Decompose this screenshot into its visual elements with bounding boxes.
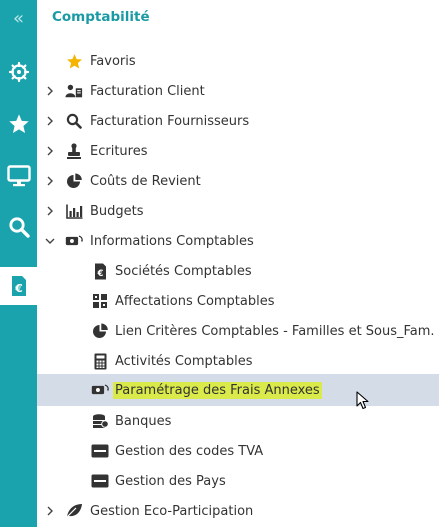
- menu-item-label: Banques: [115, 413, 172, 429]
- bar-chart-icon: [65, 202, 83, 220]
- euro-document-icon: €: [91, 262, 109, 280]
- euro-document-icon: €: [11, 276, 26, 296]
- money-exchange-icon: [65, 232, 83, 250]
- menu-item-label: Lien Critères Comptables - Familles et S…: [115, 323, 435, 339]
- menu-item-gestion-eco-participation[interactable]: Gestion Eco-Participation: [37, 496, 439, 526]
- menu-item-parametrage-frais-annexes[interactable]: Paramétrage des Frais Annexes: [37, 374, 439, 406]
- menu-item-ecritures[interactable]: Ecritures: [37, 136, 439, 166]
- svg-text:€: €: [14, 282, 23, 295]
- pie-chart-icon: [65, 172, 83, 190]
- svg-text:€: €: [96, 269, 103, 279]
- menu-item-affectations-comptables[interactable]: Affectations Comptables: [37, 286, 439, 316]
- search-rail-button[interactable]: [0, 209, 37, 245]
- pie-chart-icon: [91, 322, 109, 340]
- menu-item-label: Budgets: [90, 203, 144, 219]
- search-icon: [65, 112, 83, 130]
- settings-rail-button[interactable]: [0, 54, 37, 90]
- star-icon: [65, 52, 83, 70]
- menu-item-facturation-fournisseurs[interactable]: Facturation Fournisseurs: [37, 106, 439, 136]
- chevron-right-icon[interactable]: [45, 206, 55, 216]
- chevron-right-icon[interactable]: [45, 176, 55, 186]
- double-chevron-left-icon: «: [12, 7, 24, 29]
- chevron-right-icon[interactable]: [45, 506, 55, 516]
- settings-wheel-icon: [8, 62, 29, 82]
- grid-icon: [91, 292, 109, 310]
- menu-item-label: Gestion Eco-Participation: [90, 503, 254, 519]
- menu-item-societes-comptables[interactable]: € Sociétés Comptables: [37, 256, 439, 286]
- chevron-right-icon[interactable]: [45, 86, 55, 96]
- menu-item-label: Favoris: [90, 53, 136, 69]
- monitor-icon: [6, 165, 31, 187]
- section-title: Comptabilité: [52, 9, 150, 25]
- accounting-rail-button[interactable]: €: [0, 267, 37, 305]
- dashboard-rail-button[interactable]: [0, 158, 37, 194]
- menu-item-label: Paramétrage des Frais Annexes: [113, 381, 322, 399]
- menu-item-label: Ecritures: [90, 143, 148, 159]
- menu-item-couts-de-revient[interactable]: Coûts de Revient: [37, 166, 439, 196]
- left-icon-rail: « €: [0, 0, 37, 527]
- credit-card-icon: [91, 442, 109, 460]
- menu-item-favoris[interactable]: Favoris: [37, 46, 439, 76]
- menu-panel: Comptabilité Favoris Facturation Client …: [37, 0, 439, 527]
- menu-item-label: Activités Comptables: [115, 353, 253, 369]
- menu-item-label: Informations Comptables: [90, 233, 254, 249]
- chevron-down-icon[interactable]: [45, 236, 55, 246]
- calculator-icon: [91, 352, 109, 370]
- collapse-rail-button[interactable]: «: [0, 0, 37, 36]
- menu-item-label: Facturation Fournisseurs: [90, 113, 250, 129]
- leaf-icon: [65, 502, 83, 520]
- menu-item-label: Sociétés Comptables: [115, 263, 252, 279]
- stamp-icon: [65, 142, 83, 160]
- menu-item-gestion-pays[interactable]: Gestion des Pays: [37, 466, 439, 496]
- menu-item-facturation-client[interactable]: Facturation Client: [37, 76, 439, 106]
- chevron-right-icon[interactable]: [45, 116, 55, 126]
- search-icon: [8, 217, 30, 238]
- menu-item-label: Affectations Comptables: [115, 293, 275, 309]
- menu-item-informations-comptables[interactable]: Informations Comptables: [37, 226, 439, 256]
- menu-item-budgets[interactable]: Budgets: [37, 196, 439, 226]
- menu-item-gestion-codes-tva[interactable]: Gestion des codes TVA: [37, 436, 439, 466]
- coins-stack-icon: [91, 412, 109, 430]
- star-icon: [8, 114, 29, 133]
- favorites-rail-button[interactable]: [0, 106, 37, 142]
- menu-item-label: Gestion des Pays: [115, 473, 226, 489]
- menu-item-banques[interactable]: Banques: [37, 406, 439, 436]
- credit-card-icon: [91, 472, 109, 490]
- menu-item-activites-comptables[interactable]: Activités Comptables: [37, 346, 439, 376]
- menu-item-label: Gestion des codes TVA: [115, 443, 264, 459]
- money-exchange-icon: [91, 381, 109, 399]
- customer-invoice-icon: [65, 82, 83, 100]
- menu-item-lien-criteres[interactable]: Lien Critères Comptables - Familles et S…: [37, 316, 439, 346]
- menu-item-label: Coûts de Revient: [90, 173, 201, 189]
- mouse-cursor-icon: [356, 391, 369, 410]
- menu-item-label: Facturation Client: [90, 83, 205, 99]
- chevron-right-icon[interactable]: [45, 146, 55, 156]
